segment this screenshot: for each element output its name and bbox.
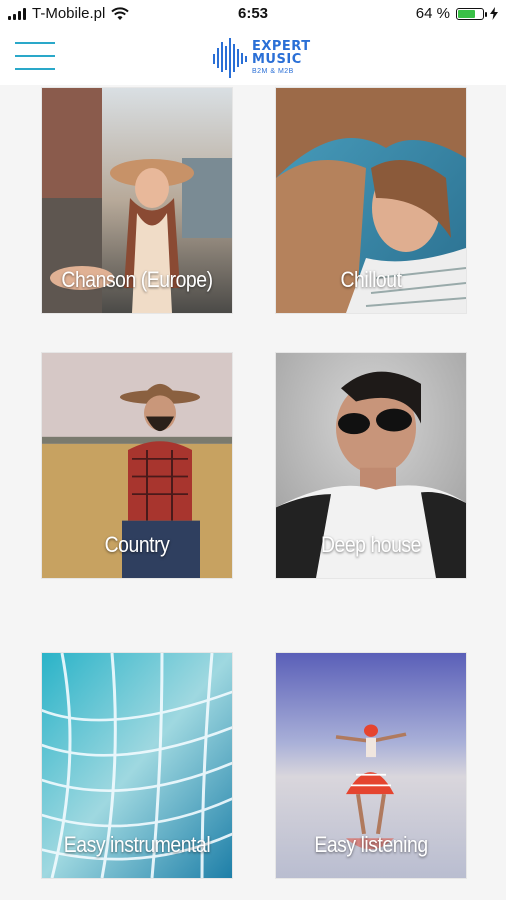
genre-card-country[interactable]: Country [42, 353, 232, 578]
genre-label: Country [104, 532, 170, 557]
logo-line-3: B2M & M2B [252, 67, 294, 75]
battery-percent: 64 % [415, 5, 450, 22]
logo-text: EXPERT MUSIC B2M & M2B [252, 40, 311, 75]
status-right: 64 % [416, 5, 498, 22]
menu-line [15, 55, 55, 57]
battery-icon [456, 7, 487, 20]
equalizer-logo-icon [213, 38, 247, 78]
genre-label: Deep house [320, 532, 422, 557]
battery-fill [458, 9, 475, 18]
genre-card-chillout[interactable]: Chillout [276, 88, 466, 313]
genre-card-easy-listening[interactable]: Easy listening [276, 653, 466, 878]
app-header: EXPERT MUSIC B2M & M2B [0, 28, 506, 85]
logo[interactable]: EXPERT MUSIC B2M & M2B [212, 33, 311, 81]
genre-label: Chillout [340, 267, 402, 292]
genre-grid: Chanson (Europe) Chillout Country Deep h… [0, 85, 506, 900]
genre-card-deep-house[interactable]: Deep house [276, 353, 466, 578]
genre-card-easy-instrumental[interactable]: Easy instrumental [42, 653, 232, 878]
logo-line-1: EXPERT [252, 38, 311, 54]
menu-line [15, 42, 55, 44]
genre-card-chanson[interactable]: Chanson (Europe) [42, 88, 232, 313]
logo-line-2: MUSIC [252, 51, 302, 67]
genre-label: Chanson (Europe) [61, 267, 213, 292]
charging-icon [490, 7, 498, 20]
menu-button[interactable] [15, 42, 55, 70]
genre-label: Easy listening [314, 832, 428, 857]
status-bar: T-Mobile.pl 6:53 64 % [0, 0, 506, 28]
menu-line [15, 68, 55, 70]
genre-label: Easy instrumental [63, 832, 211, 857]
